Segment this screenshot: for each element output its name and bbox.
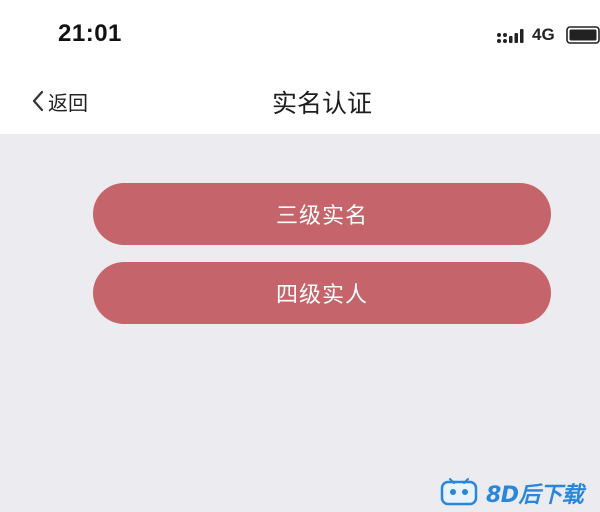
battery-icon: [566, 26, 600, 44]
status-time: 21:01: [58, 20, 122, 47]
signal-icon: [497, 29, 524, 43]
tv-logo-icon: [440, 478, 478, 506]
watermark: 8D后下载: [440, 476, 584, 510]
page-title: 实名认证: [271, 89, 372, 118]
main-content: 三级实名 四级实人: [0, 134, 600, 512]
navigation-bar: 返回 实名认证: [0, 70, 600, 134]
level-4-real-person-button[interactable]: 四级实人: [93, 262, 551, 324]
level-3-real-name-button[interactable]: 三级实名: [93, 183, 551, 245]
network-type: 4G: [532, 25, 555, 44]
status-bar: 21:01 4G: [0, 0, 600, 70]
watermark-text: 8D后下载: [486, 483, 584, 508]
